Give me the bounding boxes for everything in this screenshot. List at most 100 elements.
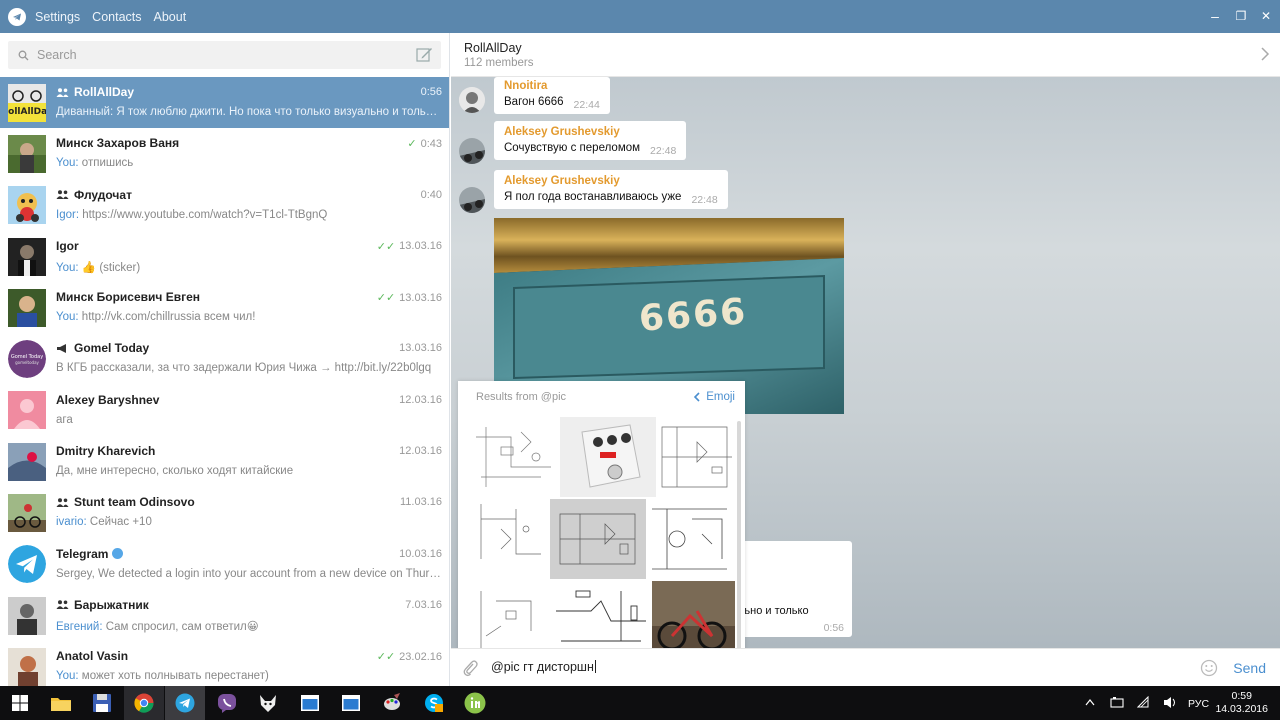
message-time: 22:48	[691, 194, 718, 206]
chevron-right-icon[interactable]	[1260, 47, 1270, 61]
sender-avatar[interactable]	[459, 87, 485, 113]
menu-about[interactable]: About	[154, 10, 187, 24]
chat-avatar[interactable]	[8, 442, 46, 481]
chat-row[interactable]: Gomel Today gomeltoday Gomel Today 13.03.16…	[0, 333, 449, 384]
chat-preview-sender: You:	[56, 670, 79, 683]
wifi-icon[interactable]	[1137, 696, 1149, 708]
composer: @pic гт дисторшн Send	[451, 648, 1280, 686]
message-bubble[interactable]: Aleksey Grushevskiy Я пол года востанавл…	[494, 170, 728, 209]
system-clock[interactable]: 0:59 14.03.2016	[1215, 690, 1268, 716]
paperclip-icon[interactable]	[462, 659, 478, 677]
chat-row[interactable]: Барыжатник 7.03.16 Евгений: Сам спросил, с…	[0, 590, 449, 641]
minimize-button[interactable]: –	[1207, 8, 1223, 24]
chat-title-text: Alexey Baryshnev	[56, 392, 160, 407]
menu-settings[interactable]: Settings	[35, 10, 80, 24]
chat-avatar[interactable]	[8, 596, 46, 635]
tray-chevron-up-icon[interactable]	[1085, 698, 1095, 706]
chat-avatar[interactable]: RollAllDay	[8, 83, 46, 122]
chat-body: Alexey Baryshnev 12.03.16 ага	[56, 385, 442, 436]
close-button[interactable]: ✕	[1258, 8, 1274, 24]
linkedin-app-icon[interactable]	[463, 691, 487, 715]
message-bubble[interactable]: льно и только 0:56	[734, 541, 852, 637]
chat-preview: Sergey, We detected a login into your ac…	[56, 568, 442, 580]
telegram-taskbar-icon[interactable]	[173, 691, 197, 715]
chat-avatar[interactable]	[8, 134, 46, 173]
chat-title: Telegram	[56, 547, 124, 561]
windows-start-icon[interactable]	[8, 691, 32, 715]
sender-avatar[interactable]	[459, 138, 485, 164]
message-author[interactable]: Aleksey Grushevskiy	[504, 175, 718, 187]
chat-title-text: RollAllDay	[74, 85, 135, 99]
window-app-icon[interactable]	[298, 691, 322, 715]
chat-header-title: RollAllDay	[464, 41, 522, 55]
window-app-icon-2[interactable]	[339, 691, 363, 715]
chat-time-text: 0:40	[420, 188, 442, 201]
chat-avatar[interactable]	[8, 186, 46, 225]
compose-icon[interactable]	[416, 46, 433, 63]
paint-app-icon[interactable]	[380, 691, 404, 715]
chat-avatar[interactable]	[8, 647, 46, 686]
message-author[interactable]: Nnoitira	[504, 80, 600, 92]
fox-app-icon[interactable]	[256, 691, 280, 715]
text-caret	[594, 660, 596, 673]
chat-row[interactable]: Alexey Baryshnev 12.03.16 ага	[0, 385, 449, 436]
viber-icon[interactable]	[215, 691, 239, 715]
volume-icon[interactable]	[1163, 696, 1177, 709]
result-thumbnail[interactable]	[471, 417, 559, 497]
tablet-mode-icon[interactable]	[1110, 697, 1124, 708]
maximize-button[interactable]: ❐	[1233, 8, 1249, 24]
chat-title: RollAllDay	[56, 85, 134, 99]
chat-preview-text: В КГБ рассказали, за что задержали Юрия …	[56, 362, 432, 375]
chrome-icon[interactable]	[132, 691, 156, 715]
chat-avatar[interactable]: Gomel Today gomeltoday	[8, 340, 46, 379]
message-input[interactable]: @pic гт дисторшн	[491, 660, 596, 674]
results-scrollbar[interactable]	[737, 421, 741, 681]
file-explorer-icon[interactable]	[49, 691, 73, 715]
emoji-icon[interactable]	[1200, 659, 1218, 677]
chat-row[interactable]: Минск Борисевич Евген ✓✓ 13.03.16 You: http…	[0, 282, 449, 333]
input-language[interactable]: РУС	[1188, 698, 1209, 710]
chat-row[interactable]: Минск Захаров Ваня ✓ 0:43 You: отпишись	[0, 128, 449, 179]
chat-list: RollAllDay RollAllDay 0:56 Диванный: Я тож …	[0, 77, 449, 686]
skype-icon[interactable]	[422, 691, 446, 715]
emoji-back-button[interactable]: Emoji	[693, 391, 735, 403]
result-thumbnail[interactable]	[657, 417, 735, 497]
message-bubble[interactable]: Nnoitira Вагон 6666 22:44	[494, 77, 610, 114]
result-thumbnail[interactable]	[550, 499, 646, 579]
chat-title: Alexey Baryshnev	[56, 393, 159, 407]
read-check-icon: ✓✓	[376, 651, 396, 664]
search-input[interactable]: Search	[8, 41, 441, 69]
message-author[interactable]: Aleksey Grushevskiy	[504, 126, 676, 138]
save-floppy-icon[interactable]	[90, 691, 114, 715]
chat-avatar[interactable]	[8, 545, 46, 584]
chat-preview-sender: Евгений:	[56, 620, 103, 633]
dialogs-panel: Search RollAllDay RollAllDay 0:56 Диванный:…	[0, 33, 450, 686]
chat-row[interactable]: Stunt team Odinsovo 11.03.16 ivario: Сейча…	[0, 487, 449, 538]
chat-avatar[interactable]	[8, 237, 46, 276]
wagon-number: 6666	[637, 291, 749, 340]
chat-avatar[interactable]	[8, 288, 46, 327]
message-bubble[interactable]: Aleksey Grushevskiy Сочувствую с перелом…	[494, 121, 687, 160]
result-thumbnail[interactable]	[647, 499, 735, 579]
chat-avatar[interactable]	[8, 494, 46, 533]
chat-title: Anatol Vasin	[56, 649, 128, 663]
chat-header[interactable]: RollAllDay 112 members	[451, 33, 1280, 77]
result-thumbnail[interactable]	[471, 499, 549, 579]
svg-text:gomeltoday: gomeltoday	[15, 360, 39, 365]
chat-preview-sender: You:	[56, 261, 79, 274]
chat-time: ✓✓ 13.03.16	[377, 240, 442, 253]
result-thumbnail[interactable]	[560, 417, 656, 497]
chat-row[interactable]: Telegram 10.03.16 Sergey, We detected a lo…	[0, 539, 449, 590]
chat-preview: Диванный: Я тож люблю джити. Но пока что…	[56, 106, 442, 118]
menu-contacts[interactable]: Contacts	[92, 10, 141, 24]
chat-row[interactable]: Dmitry Kharevich 12.03.16 Да, мне интересн…	[0, 436, 449, 487]
chat-time: ✓ 0:43	[407, 137, 442, 151]
chat-avatar[interactable]	[8, 391, 46, 430]
chat-row[interactable]: Anatol Vasin ✓✓ 23.02.16 You: может хоть по…	[0, 641, 449, 686]
chat-body: Барыжатник 7.03.16 Евгений: Сам спросил, с…	[56, 590, 442, 641]
sender-avatar[interactable]	[459, 187, 485, 213]
chat-row[interactable]: Флудочат 0:40 Igor: https://www.youtube.co…	[0, 180, 449, 231]
send-button[interactable]: Send	[1233, 660, 1266, 676]
chat-row[interactable]: RollAllDay RollAllDay 0:56 Диванный: Я тож …	[0, 77, 449, 129]
chat-row[interactable]: Igor ✓✓ 13.03.16 You: 👍 (sticker)	[0, 231, 449, 282]
